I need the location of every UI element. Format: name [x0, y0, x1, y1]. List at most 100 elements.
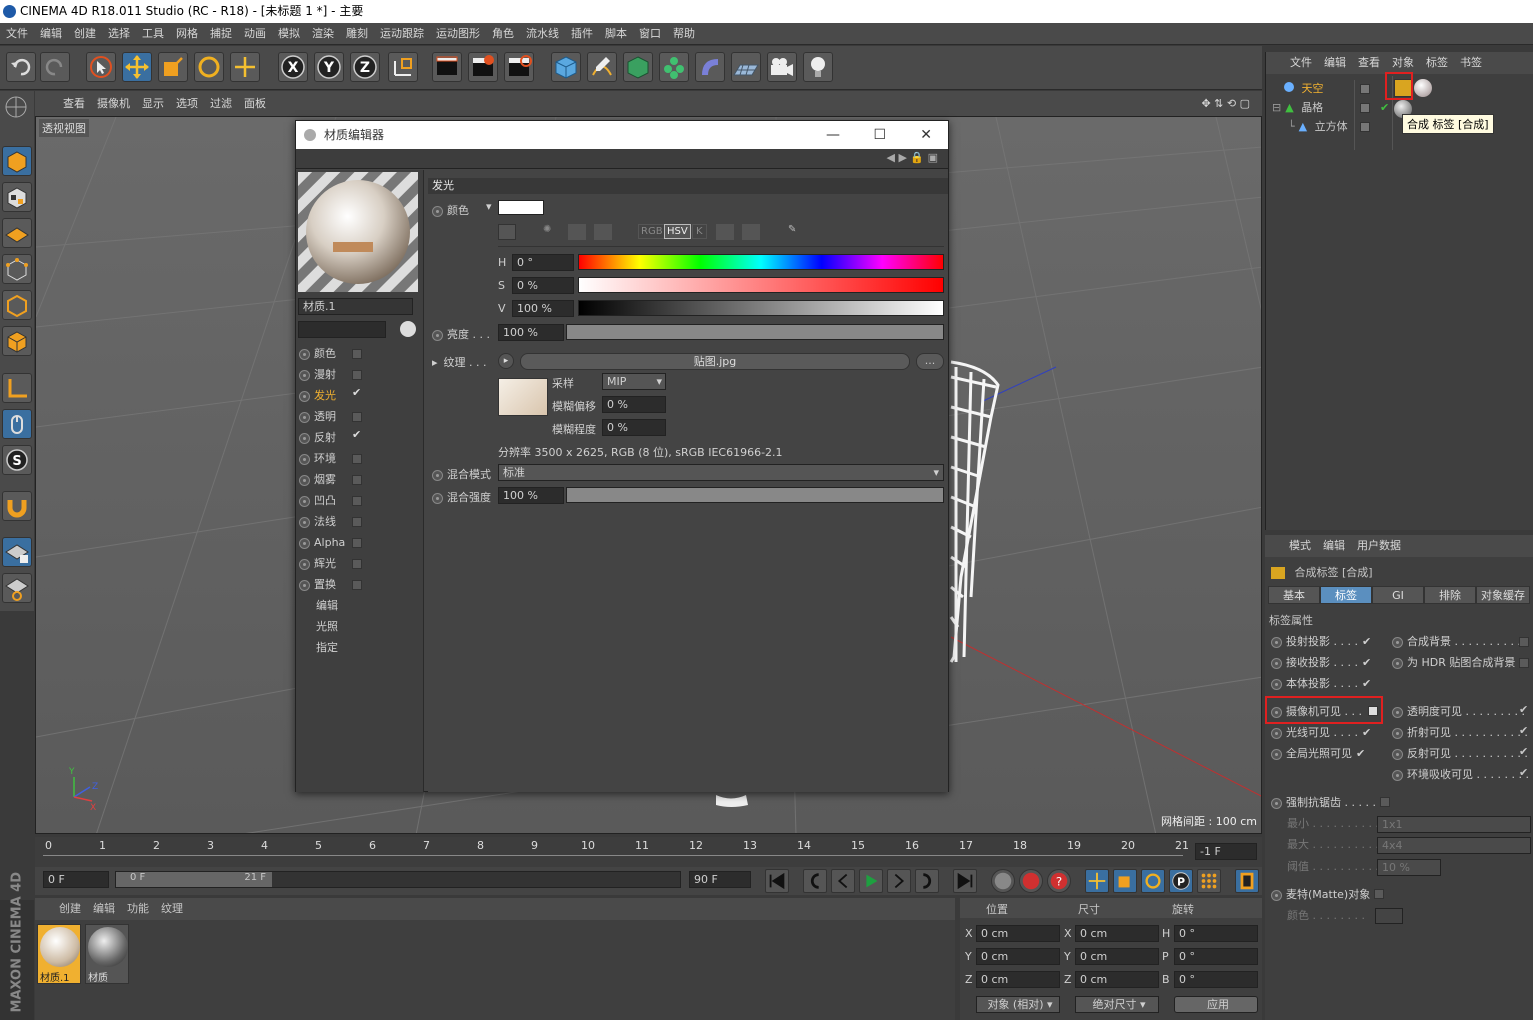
channel-assignment[interactable]: 指定: [316, 638, 338, 658]
tab-object-buffer[interactable]: 对象缓存: [1476, 586, 1530, 604]
viewport-menu-panel[interactable]: 面板: [238, 91, 272, 116]
menu-select[interactable]: 选择: [102, 23, 136, 45]
viewport-menu-display[interactable]: 显示: [136, 91, 170, 116]
channel-illumination[interactable]: 光照: [316, 617, 338, 637]
next-key-button[interactable]: [915, 869, 939, 893]
current-frame-field[interactable]: -1 F: [1195, 843, 1257, 860]
om-menu-edit[interactable]: 编辑: [1318, 52, 1352, 74]
mm-menu-edit[interactable]: 编辑: [87, 898, 121, 920]
prop-seen-by-refraction[interactable]: 折射可见 . . . . . . . . . . .: [1392, 724, 1528, 742]
menu-window[interactable]: 窗口: [633, 23, 667, 45]
blur-scale-field[interactable]: 0 %: [602, 419, 666, 436]
object-row-sky[interactable]: 天空: [1272, 80, 1324, 98]
menu-simulate[interactable]: 模拟: [272, 23, 306, 45]
subdivision-surface-button[interactable]: [623, 52, 653, 82]
om-menu-bookmarks[interactable]: 书签: [1454, 52, 1488, 74]
rotate-tool-button[interactable]: [194, 52, 224, 82]
om-menu-file[interactable]: 文件: [1266, 52, 1318, 74]
size-y-field[interactable]: 0 cm: [1075, 948, 1159, 965]
brightness-field[interactable]: 100 %: [498, 324, 564, 341]
viewport-nav-icons[interactable]: ✥ ⇅ ⟲ ▢: [1195, 91, 1256, 116]
record-keys-button[interactable]: [991, 869, 1015, 893]
timeline-ruler[interactable]: 0 1 2 3 4 5 6 7 8 9 10 11 12 13 14 15 16…: [35, 837, 1262, 867]
mograph-cloner-button[interactable]: [659, 52, 689, 82]
texture-play-icon[interactable]: ▸: [498, 353, 514, 369]
model-mode-button[interactable]: [2, 146, 32, 176]
key-scale-button[interactable]: [1113, 869, 1137, 893]
light-object-button[interactable]: [803, 52, 833, 82]
pos-z-field[interactable]: 0 cm: [976, 971, 1060, 988]
s-field[interactable]: 0 %: [512, 277, 574, 294]
cube-object-button[interactable]: [551, 52, 581, 82]
nav-arrows-icon[interactable]: ◀ ▶ 🔒 ▣: [887, 151, 939, 164]
object-row-lattice[interactable]: ⊟ ▲ 晶格: [1272, 99, 1323, 117]
minimize-button[interactable]: —: [826, 121, 840, 149]
size-x-field[interactable]: 0 cm: [1075, 925, 1159, 942]
prop-force-antialiasing[interactable]: 强制抗锯齿 . . . . .: [1271, 794, 1390, 812]
channel-diffusion[interactable]: 漫射: [299, 365, 336, 385]
material-name-field[interactable]: 材质.1: [298, 298, 413, 315]
viewport-menu-options[interactable]: 选项: [170, 91, 204, 116]
prop-cast-shadows[interactable]: 投射投影 . . . . ✔: [1271, 633, 1371, 651]
menu-character[interactable]: 角色: [486, 23, 520, 45]
max-field[interactable]: 4x4: [1377, 837, 1531, 854]
channel-fog-checkbox[interactable]: [352, 475, 362, 485]
prop-seen-by-transparency[interactable]: 透明度可见 . . . . . . . . .: [1392, 703, 1525, 721]
workplane-mode-button[interactable]: [2, 218, 32, 248]
min-field[interactable]: 1x1: [1377, 816, 1531, 833]
prop-compositing-background[interactable]: 合成背景 . . . . . . . . . . .: [1392, 633, 1528, 651]
camera-object-button[interactable]: [767, 52, 797, 82]
channel-environment-checkbox[interactable]: [352, 454, 362, 464]
om-menu-objects[interactable]: 对象: [1386, 52, 1420, 74]
matte-color-swatch[interactable]: [1375, 908, 1403, 924]
tab-tag[interactable]: 标签: [1320, 586, 1372, 604]
menu-sculpt[interactable]: 雕刻: [340, 23, 374, 45]
polygons-mode-button[interactable]: [2, 326, 32, 356]
tweak-mode-button[interactable]: [2, 409, 32, 439]
viewport-menu-cameras[interactable]: 摄像机: [91, 91, 136, 116]
rot-p-field[interactable]: 0 °: [1174, 948, 1258, 965]
channel-fog[interactable]: 烟雾: [299, 470, 336, 490]
texture-mode-button[interactable]: [2, 182, 32, 212]
rot-b-field[interactable]: 0 °: [1174, 971, 1258, 988]
material-editor-titlebar[interactable]: 材质编辑器 — ☐ ✕: [296, 121, 948, 149]
channel-bump[interactable]: 凹凸: [299, 491, 336, 511]
apply-button[interactable]: 应用: [1174, 996, 1258, 1013]
compositing-background-checkbox[interactable]: [1519, 637, 1529, 647]
prop-self-shadowing[interactable]: 本体投影 . . . . ✔: [1271, 675, 1371, 693]
channel-alpha-checkbox[interactable]: [352, 538, 362, 548]
size-z-field[interactable]: 0 cm: [1075, 971, 1159, 988]
workplane-lock-button[interactable]: [2, 537, 32, 567]
mix-mode-dropdown[interactable]: 标准 ▾: [498, 464, 944, 481]
prop-hdr-background[interactable]: 为 HDR 贴图合成背景: [1392, 654, 1515, 672]
channel-normal[interactable]: 法线: [299, 512, 336, 532]
channel-glow[interactable]: 辉光: [299, 554, 336, 574]
saturation-slider[interactable]: [578, 277, 944, 293]
scale-tool-button[interactable]: [158, 52, 188, 82]
timeline-window-button[interactable]: [1235, 869, 1259, 893]
cube-visibility-toggle[interactable]: [1360, 122, 1370, 132]
menu-mograph[interactable]: 运动图形: [430, 23, 486, 45]
live-select-button[interactable]: [86, 52, 116, 82]
threshold-field[interactable]: 10 %: [1377, 859, 1441, 876]
hdr-background-checkbox[interactable]: [1519, 658, 1529, 668]
mix-mode-label[interactable]: 混合模式: [432, 466, 491, 482]
channel-alpha[interactable]: Alpha: [299, 533, 345, 553]
color-label[interactable]: 颜色: [432, 202, 469, 218]
start-frame-field[interactable]: 0 F: [43, 871, 109, 888]
mm-menu-create[interactable]: 创建: [35, 898, 87, 920]
size-mode-dropdown[interactable]: 绝对尺寸 ▾: [1075, 996, 1159, 1013]
sampling-dropdown[interactable]: MIP ▾: [602, 373, 666, 390]
menu-script[interactable]: 脚本: [599, 23, 633, 45]
coord-mode-dropdown[interactable]: 对象 (相对) ▾: [976, 996, 1060, 1013]
menu-edit[interactable]: 编辑: [34, 23, 68, 45]
render-view-button[interactable]: [432, 52, 462, 82]
channel-color-checkbox[interactable]: [352, 349, 362, 359]
lattice-visibility-toggle[interactable]: [1360, 103, 1370, 113]
axis-mode-button[interactable]: [2, 373, 32, 403]
mm-menu-function[interactable]: 功能: [121, 898, 155, 920]
channel-displacement-checkbox[interactable]: [352, 580, 362, 590]
h-field[interactable]: 0 °: [512, 254, 574, 271]
planar-workplane-button[interactable]: [2, 573, 32, 603]
brightness-label[interactable]: 亮度 . . .: [432, 326, 490, 342]
